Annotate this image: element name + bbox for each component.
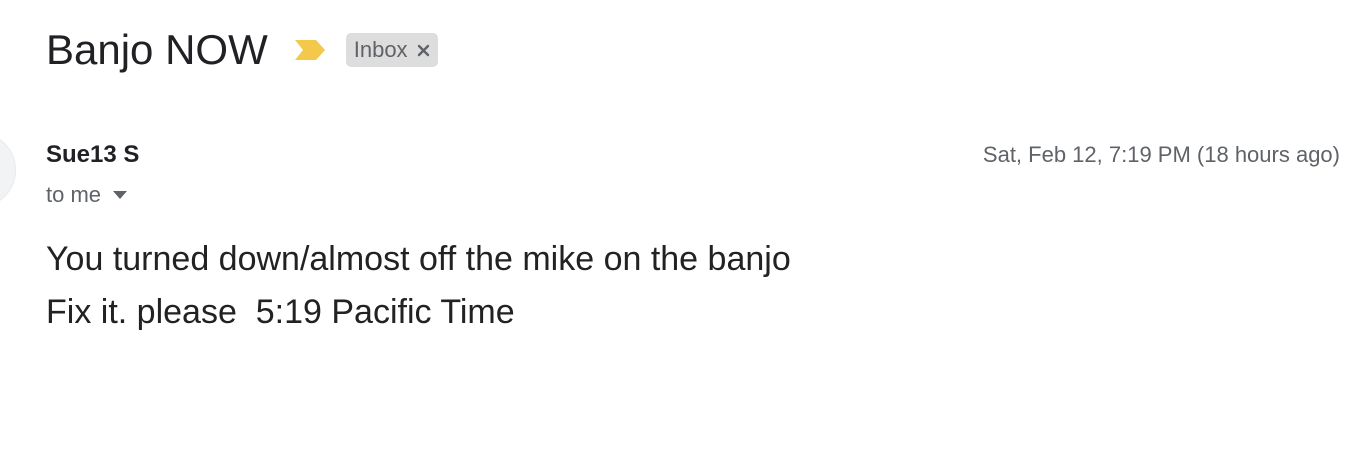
email-view: Banjo NOW Inbox Sue13 S to me Sat, Feb 1… (0, 0, 1356, 452)
sender-name[interactable]: Sue13 S (46, 140, 139, 170)
recipient-text: to me (46, 182, 102, 207)
caret-down-icon[interactable] (113, 191, 128, 199)
close-icon[interactable] (417, 44, 430, 57)
subject-row: Banjo NOW Inbox (46, 24, 438, 76)
email-timestamp: Sat, Feb 12, 7:19 PM (18 hours ago) (982, 142, 1340, 167)
body-line: Fix it. please 5:19 Pacific Time (46, 293, 515, 331)
email-body: You turned down/almost off the mike on t… (46, 233, 791, 339)
email-subject: Banjo NOW (46, 26, 268, 73)
recipient-details-toggle[interactable]: to me (46, 180, 128, 210)
label-chip-text: Inbox (353, 37, 408, 62)
sender-avatar[interactable] (0, 132, 16, 208)
importance-marker-icon[interactable] (294, 39, 326, 61)
body-line: You turned down/almost off the mike on t… (46, 240, 791, 278)
label-chip-inbox[interactable]: Inbox (345, 33, 438, 67)
